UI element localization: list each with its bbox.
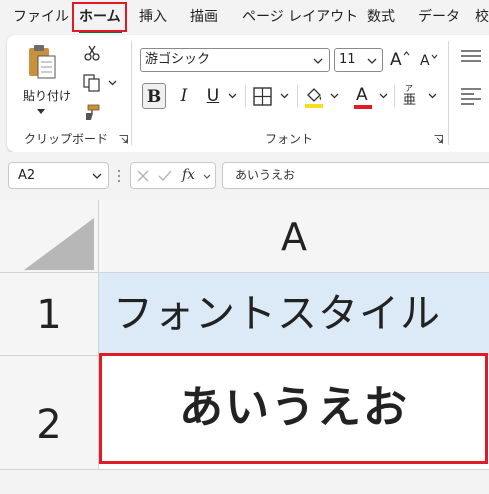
- group-separator: [448, 41, 449, 145]
- row-header-2[interactable]: 2: [0, 356, 99, 470]
- font-size-select[interactable]: 11: [334, 48, 383, 72]
- grow-font-caret-icon: [403, 51, 410, 56]
- underline-dropdown-icon[interactable]: [228, 93, 237, 99]
- copy-icon[interactable]: [83, 74, 101, 92]
- align-left-icon[interactable]: [460, 87, 482, 105]
- paste-label: 貼り付け: [23, 89, 72, 103]
- underline-button[interactable]: U: [205, 83, 221, 109]
- tab-data[interactable]: データ: [418, 0, 460, 34]
- font-color-button[interactable]: A: [354, 83, 372, 111]
- group-separator: [131, 41, 132, 145]
- cell-a1[interactable]: フォントスタイル: [99, 273, 489, 355]
- ribbon-panel: 貼り付け クリップボード 游ゴシック 11 A A B I U A ア 亜 フォ…: [7, 35, 489, 152]
- select-all-button[interactable]: [0, 200, 99, 273]
- insert-function-chevron-icon[interactable]: [203, 174, 211, 179]
- column-header-a[interactable]: A: [99, 200, 489, 273]
- copy-dropdown-icon[interactable]: [108, 80, 117, 86]
- fill-color-icon[interactable]: [304, 85, 324, 109]
- grow-font-letter: A: [390, 50, 402, 70]
- formula-bar-grip-icon: [117, 169, 121, 183]
- paste-icon: [29, 45, 56, 79]
- worksheet-grid: A 1 フォントスタイル 2 あいうえお: [0, 200, 489, 470]
- tab-file[interactable]: ファイル: [13, 0, 69, 34]
- font-group-label: フォント: [265, 132, 314, 146]
- name-box-value: A2: [18, 168, 36, 183]
- formula-buttons: fx: [130, 162, 216, 189]
- name-box[interactable]: A2: [8, 162, 109, 189]
- formula-input[interactable]: あいうえお: [222, 162, 489, 189]
- select-all-triangle-icon: [24, 218, 94, 270]
- tab-page-layout[interactable]: ページ レイアウト: [242, 0, 358, 34]
- name-box-chevron-icon: [92, 173, 102, 179]
- font-color-dropdown-icon[interactable]: [379, 93, 388, 99]
- font-inner-separator: [394, 85, 395, 107]
- bold-button[interactable]: B: [142, 83, 166, 109]
- shrink-font-button[interactable]: A: [420, 49, 442, 73]
- font-inner-separator: [297, 85, 298, 107]
- paste-button[interactable]: 貼り付け: [21, 43, 71, 114]
- confirm-entry-icon[interactable]: [158, 170, 172, 182]
- phonetic-bottom-glyph: 亜: [403, 93, 417, 108]
- font-inner-separator: [245, 85, 246, 107]
- formula-bar: A2 fx あいうえお: [0, 152, 489, 200]
- font-color-bar: [354, 105, 372, 109]
- tab-review[interactable]: 校: [475, 0, 489, 34]
- italic-button[interactable]: I: [176, 83, 192, 109]
- cut-icon[interactable]: [84, 45, 100, 61]
- font-size-chevron-icon: [367, 58, 377, 64]
- paste-dropdown-caret: [37, 109, 45, 114]
- phonetic-guide-button[interactable]: ア 亜: [402, 84, 420, 110]
- format-painter-icon[interactable]: [83, 103, 101, 121]
- phonetic-dropdown-icon[interactable]: [428, 93, 437, 99]
- clipboard-group-label: クリップボード: [24, 132, 109, 146]
- tab-draw[interactable]: 描画: [190, 0, 218, 34]
- cancel-entry-icon[interactable]: [137, 170, 149, 182]
- tab-formulas[interactable]: 数式: [367, 0, 395, 34]
- font-color-letter: A: [356, 85, 368, 105]
- font-name-value: 游ゴシック: [145, 52, 211, 67]
- phonetic-top-glyph: ア: [405, 84, 413, 93]
- insert-function-button[interactable]: fx: [182, 163, 195, 188]
- shrink-font-letter: A: [420, 53, 430, 69]
- home-tab-highlight-box: [72, 2, 127, 32]
- borders-dropdown-icon[interactable]: [280, 93, 289, 99]
- grow-font-button[interactable]: A: [390, 48, 412, 72]
- font-name-chevron-icon: [313, 58, 323, 64]
- clipboard-dialog-launcher-icon[interactable]: [119, 135, 128, 144]
- align-top-icon[interactable]: [460, 50, 482, 64]
- borders-icon[interactable]: [253, 87, 272, 106]
- font-name-select[interactable]: 游ゴシック: [140, 48, 330, 72]
- ribbon-tab-bar: ファイル ホーム 挿入 描画 ページ レイアウト 数式 データ 校: [0, 0, 489, 34]
- row-header-1[interactable]: 1: [0, 273, 99, 356]
- font-size-value: 11: [339, 52, 356, 67]
- tab-insert[interactable]: 挿入: [139, 0, 167, 34]
- fill-color-dropdown-icon[interactable]: [330, 93, 339, 99]
- cell-a2-highlight-box: [99, 353, 488, 464]
- font-dialog-launcher-icon[interactable]: [434, 135, 443, 144]
- shrink-font-caret-icon: [431, 54, 438, 59]
